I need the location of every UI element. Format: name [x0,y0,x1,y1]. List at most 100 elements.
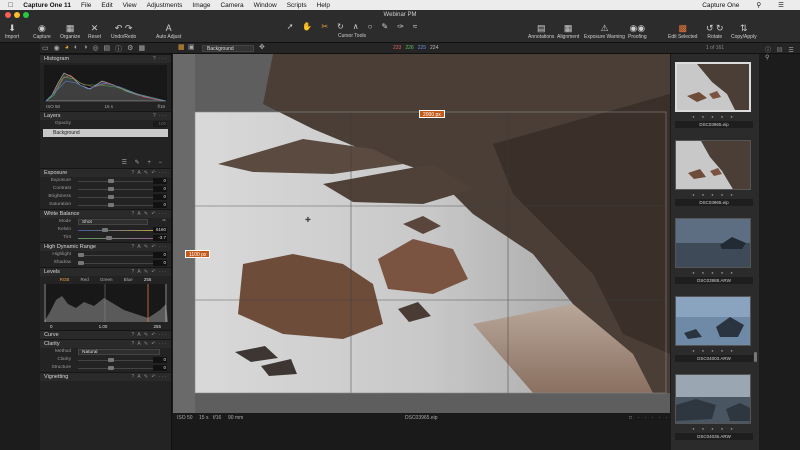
structure-value[interactable]: 0 [153,365,167,371]
menu-adjustments[interactable]: Adjustments [147,2,183,9]
slider-track[interactable] [78,205,160,206]
scrollbar-thumb[interactable] [754,352,757,362]
eyedropper-icon[interactable]: ✑ [162,218,166,226]
slider-track[interactable] [78,360,160,361]
move-icon[interactable]: ✥ [259,43,265,51]
panel-controls[interactable]: ? A ✎ ↶ ··· [132,373,168,381]
brightness-row[interactable]: Brightness 0 [40,193,171,201]
levels-header[interactable]: Levels ? A ✎ ↶ ··· [40,267,171,276]
opacity-value[interactable]: 100 [153,121,167,127]
minimize-window-button[interactable] [14,12,20,18]
copy-apply-button[interactable]: ⇅ Copy/Apply [731,22,757,40]
levels-graph[interactable] [44,284,168,322]
capture-tab-icon[interactable]: ◉ [54,44,60,54]
annotations-button[interactable]: ▤ Annotations [528,22,554,40]
levels-tab-red[interactable]: Red [81,277,89,282]
lens-tab-icon[interactable]: ◕ [65,44,69,54]
wb-mode-row[interactable]: Mode Shot ✑ [40,218,171,226]
menu-app-name[interactable]: Capture One 11 [23,2,71,9]
slider-track[interactable] [78,189,160,190]
adjust-tab-icon[interactable]: ▤ [104,44,111,54]
menu-list-icon[interactable]: ☰ [778,1,784,9]
settings-tab-icon[interactable]: ⚙ [127,44,133,54]
curve-header[interactable]: Curve ? A ✎ ↶ ··· [40,330,171,339]
details-tab-icon[interactable]: ◎ [92,44,98,54]
levels-black-value[interactable]: 0 [50,324,53,329]
image-viewer[interactable]: 2000 px 1100 px ✚ [173,54,670,413]
pan-icon[interactable]: ✋ [302,22,312,31]
brightness-value[interactable]: 0 [153,194,167,200]
menu-help[interactable]: Help [317,2,330,9]
structure-row[interactable]: Structure 0 [40,364,171,372]
panel-controls[interactable]: ? A ✎ ↶ ··· [132,331,168,339]
slider-track[interactable] [78,255,160,256]
panel-controls[interactable]: ? A ✎ ↶ ··· [132,340,168,348]
organize-button[interactable]: ▦ Organize [60,22,80,40]
thumbnail-item[interactable]: ● ● ● ● ● DSC04003.ARW [675,296,753,362]
search-icon[interactable]: ⚲ [756,1,761,9]
menu-scripts[interactable]: Scripts [287,2,307,9]
capture-button[interactable]: ◉ Capture [33,22,51,40]
histogram-header[interactable]: Histogram ? ··· [40,54,171,63]
white-balance-icon[interactable]: ≈ [413,22,417,31]
apple-icon[interactable]:  [8,2,13,9]
thumbnail-rating[interactable]: ● ● ● ● ● [675,270,753,276]
panel-controls[interactable]: ? ··· [153,112,167,120]
library-tab-icon[interactable]: ▭ [42,44,49,54]
layer-tools-icons[interactable]: ☰ ✎ + − [122,159,165,166]
levels-tab-blue[interactable]: Blue [124,277,133,282]
import-button[interactable]: ⬇ Import [5,22,19,40]
menu-right-label[interactable]: Capture One [702,2,739,9]
highlight-value[interactable]: 0 [153,252,167,258]
brush-icon[interactable]: ✎ [381,22,388,31]
thumbnail-image[interactable] [675,374,751,424]
auto-adjust-button[interactable]: A Auto Adjust [156,22,181,40]
slider-thumb[interactable] [108,187,114,191]
thumbnail-image[interactable] [675,218,751,268]
color-tab-icon[interactable]: ◐ [74,44,78,54]
keystone-icon[interactable]: ∧ [353,22,359,31]
panel-controls[interactable]: ? A ✎ ↶ ··· [132,210,168,218]
shadow-row[interactable]: Shadow 0 [40,259,171,267]
slider-track[interactable] [78,368,160,369]
contrast-value[interactable]: 0 [153,186,167,192]
thumbnail-rating[interactable]: ● ● ● ● ● [675,426,753,432]
exposure-value[interactable]: 0 [153,178,167,184]
clarity-row[interactable]: Clarity 0 [40,356,171,364]
thumbnail-item[interactable]: ● ● ● ● ● DSC03965.eip [675,140,753,206]
reset-button[interactable]: ✕ Reset [88,22,101,40]
layer-background[interactable]: Background [43,129,168,137]
slider-thumb[interactable] [108,366,114,370]
exposure-header[interactable]: Exposure ? A ✎ ↶ ··· [40,168,171,177]
slider-track[interactable] [78,263,160,264]
slider-thumb[interactable] [108,358,114,362]
clarity-value[interactable]: 0 [153,357,167,363]
wb-mode-select[interactable]: Shot [78,219,148,225]
thumbnail-image[interactable] [675,296,751,346]
highlight-row[interactable]: Highlight 0 [40,251,171,259]
menu-image[interactable]: Image [192,2,210,9]
rotate-icon[interactable]: ↻ [337,22,344,31]
rotate-button[interactable]: ↺ ↻ Rotate [706,22,724,40]
thumbnail-rating[interactable]: ● ● ● ● ● [675,114,753,120]
menu-edit[interactable]: Edit [101,2,112,9]
grid-view-icon[interactable]: ▦ [178,43,185,51]
proofing-button[interactable]: ◉◉ Proofing [628,22,647,40]
clarity-header[interactable]: Clarity ? A ✎ ↶ ··· [40,339,171,348]
crop-icon[interactable]: ✂ [321,22,328,31]
slider-thumb[interactable] [78,261,84,265]
panel-controls[interactable]: ? ··· [153,55,167,63]
thumbnail-rating[interactable]: ● ● ● ● ● [675,192,753,198]
panel-controls[interactable]: ? A ✎ ↶ ··· [132,243,168,251]
tint-row[interactable]: Tint -3.7 [40,234,171,242]
kelvin-row[interactable]: Kelvin 6160 [40,226,171,234]
panel-controls[interactable]: ? A ✎ ↶ ··· [132,169,168,177]
exposure-tab-icon[interactable]: ◑ [83,44,87,54]
saturation-row[interactable]: Saturation 0 [40,201,171,209]
thumbnail-item[interactable]: ● ● ● ● ● DSC03965.eip [675,62,753,128]
slider-track[interactable] [78,197,160,198]
levels-top-value[interactable]: 255 [144,277,152,282]
zoom-window-button[interactable] [23,12,29,18]
thumbnail-item[interactable]: ● ● ● ● ● DSC03988.ARW [675,218,753,284]
clarity-method-select[interactable]: Natural [78,349,160,355]
